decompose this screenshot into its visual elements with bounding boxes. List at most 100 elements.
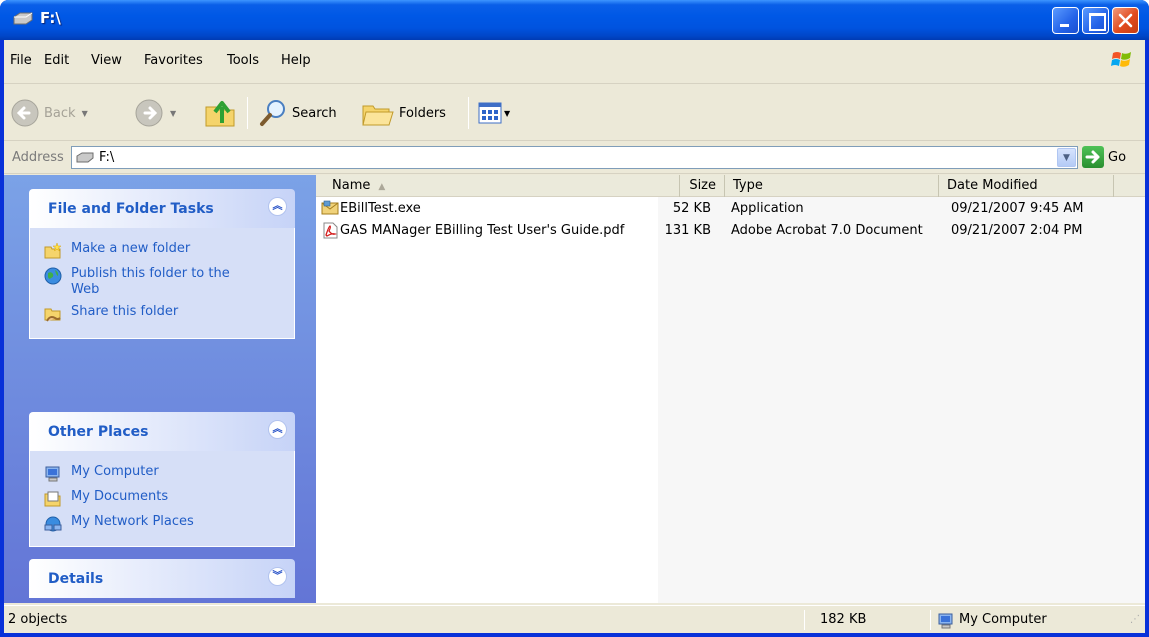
column-size[interactable]: Size (680, 175, 725, 197)
back-arrow-icon (11, 99, 39, 127)
expand-chevron-icon[interactable]: ︾ (268, 567, 287, 586)
place-my-network-places[interactable]: My Network Places (30, 511, 294, 536)
column-date-modified[interactable]: Date Modified (939, 175, 1114, 197)
task-share-folder[interactable]: Share this folder (30, 301, 294, 326)
search-icon (260, 100, 285, 126)
collapse-chevron-icon[interactable]: ︽ (268, 197, 287, 216)
task-pane: File and Folder Tasks ︽ Make a new folde… (4, 175, 316, 603)
drive-icon (76, 152, 94, 163)
toolbar-separator (247, 97, 248, 129)
status-total-size: 182 KB (820, 612, 867, 627)
file-name: EBillTest.exe (340, 201, 421, 216)
share-folder-icon (44, 308, 61, 322)
task-label: Publish this folder to the Web (71, 266, 230, 297)
task-make-new-folder[interactable]: Make a new folder (30, 238, 294, 263)
folders-button[interactable]: Folders (361, 97, 446, 129)
resize-grip-icon[interactable]: ⋰ (1130, 610, 1140, 632)
task-publish-web[interactable]: Publish this folder to the Web (30, 263, 294, 301)
windows-logo-icon (1111, 52, 1131, 67)
forward-button[interactable]: ▼ (134, 97, 176, 129)
pdf-icon (323, 222, 338, 239)
panel-header[interactable]: File and Folder Tasks ︽ (29, 189, 295, 228)
my-computer-icon (938, 613, 953, 629)
task-label: My Documents (71, 489, 169, 504)
file-name: GAS MANager EBilling Test User's Guide.p… (340, 223, 625, 238)
file-folder-tasks-panel: File and Folder Tasks ︽ Make a new folde… (29, 189, 295, 339)
panel-body: Make a new folder Publish this folder to… (29, 228, 295, 339)
content-area: File and Folder Tasks ︽ Make a new folde… (4, 175, 1145, 603)
views-dropdown-icon[interactable]: ▼ (504, 109, 510, 118)
file-size: 52 KB (672, 201, 711, 216)
menu-view[interactable]: View (91, 53, 122, 68)
minimize-button[interactable] (1052, 7, 1079, 34)
collapse-chevron-icon[interactable]: ︽ (268, 420, 287, 439)
file-type: Adobe Acrobat 7.0 Document (731, 223, 923, 238)
search-button[interactable]: Search (258, 97, 337, 129)
window-title: F:\ (40, 9, 61, 27)
status-object-count: 2 objects (8, 612, 68, 627)
toolbar: Back ▼ ▼ Search Folders ▼ (4, 85, 1145, 141)
folders-icon (362, 105, 394, 126)
address-input[interactable]: F:\ ▼ (71, 146, 1078, 169)
task-label: Share this folder (71, 304, 179, 319)
address-dropdown-button[interactable]: ▼ (1057, 148, 1076, 167)
address-label: Address (12, 150, 64, 165)
publish-web-icon (44, 267, 62, 285)
back-dropdown-icon[interactable]: ▼ (82, 109, 88, 118)
my-documents-icon (44, 491, 61, 507)
title-bar[interactable]: F:\ (0, 0, 1149, 40)
panel-title: File and Folder Tasks (48, 201, 214, 217)
panel-header[interactable]: Other Places ︽ (29, 412, 295, 451)
go-label[interactable]: Go (1108, 150, 1126, 165)
my-computer-icon (45, 466, 60, 482)
close-icon (1118, 13, 1133, 28)
details-panel: Details ︾ (29, 559, 295, 598)
file-list: Name ▲ Size Type Date Modified EBillTest.… (316, 175, 1145, 603)
views-button[interactable]: ▼ (478, 97, 510, 129)
place-my-computer[interactable]: My Computer (30, 461, 294, 486)
go-arrow-icon (1085, 150, 1100, 164)
status-location: My Computer (959, 612, 1047, 627)
column-type[interactable]: Type (725, 175, 939, 197)
network-places-icon (44, 516, 62, 532)
window-body: File Edit View Favorites Tools Help Back… (4, 40, 1145, 633)
exe-icon (321, 200, 339, 215)
file-size: 131 KB (664, 223, 711, 238)
other-places-panel: Other Places ︽ My Computer My Documents … (29, 412, 295, 547)
new-folder-icon (44, 242, 62, 259)
address-value: F:\ (99, 150, 115, 165)
menu-help[interactable]: Help (281, 53, 311, 68)
column-name[interactable]: Name ▲ (316, 175, 680, 197)
file-date: 09/21/2007 2:04 PM (951, 223, 1083, 238)
file-row[interactable]: EBillTest.exe 52 KB Application 09/21/20… (316, 198, 1145, 220)
views-icon (478, 102, 502, 124)
file-row[interactable]: GAS MANager EBilling Test User's Guide.p… (316, 220, 1145, 242)
forward-dropdown-icon[interactable]: ▼ (170, 109, 176, 118)
close-button[interactable] (1112, 7, 1139, 34)
task-label: My Computer (71, 464, 159, 479)
maximize-button[interactable] (1082, 7, 1109, 34)
file-type: Application (731, 201, 804, 216)
list-header: Name ▲ Size Type Date Modified (316, 175, 1145, 197)
panel-body: My Computer My Documents My Network Plac… (29, 451, 295, 547)
status-bar: 2 objects 182 KB My Computer ⋰ (4, 605, 1145, 633)
go-button[interactable] (1082, 146, 1104, 168)
sort-ascending-icon: ▲ (378, 182, 386, 192)
task-label: Make a new folder (71, 241, 191, 256)
menu-tools[interactable]: Tools (227, 53, 259, 68)
search-label: Search (292, 105, 337, 121)
up-folder-icon (205, 101, 235, 127)
panel-header[interactable]: Details ︾ (29, 559, 295, 598)
drive-icon (13, 12, 33, 25)
task-label: My Network Places (71, 514, 194, 529)
address-bar: Address F:\ ▼ Go (4, 142, 1145, 174)
menu-favorites[interactable]: Favorites (144, 53, 203, 68)
menu-edit[interactable]: Edit (44, 53, 69, 68)
back-button[interactable]: Back ▼ (10, 97, 88, 129)
panel-title: Other Places (48, 424, 149, 440)
up-folder-button[interactable] (204, 97, 238, 129)
menu-file[interactable]: File (10, 53, 32, 68)
panel-title: Details (48, 571, 104, 587)
menu-bar: File Edit View Favorites Tools Help (4, 40, 1145, 84)
place-my-documents[interactable]: My Documents (30, 486, 294, 511)
